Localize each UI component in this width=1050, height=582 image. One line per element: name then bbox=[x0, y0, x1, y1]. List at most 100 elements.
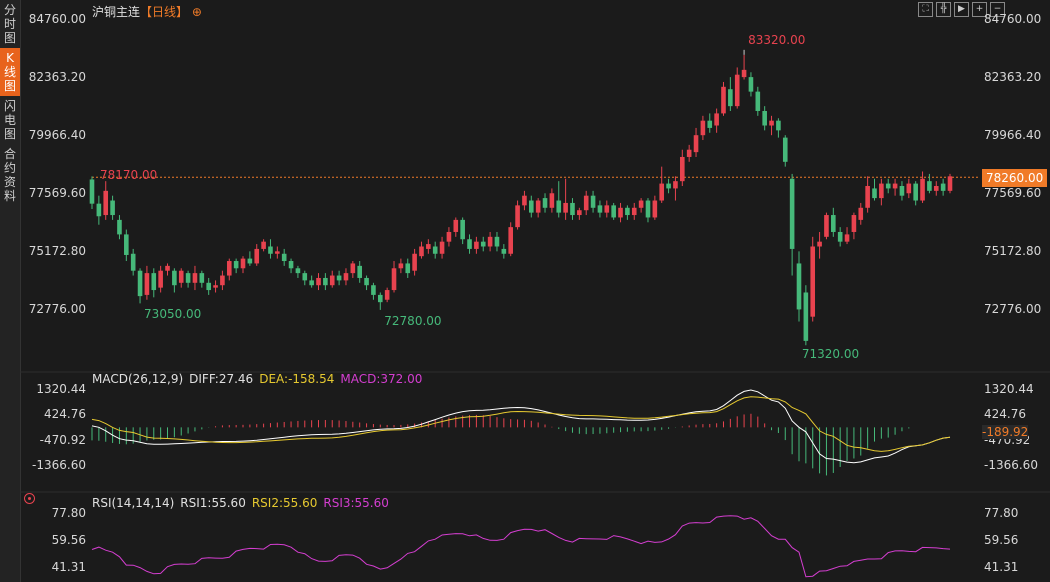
candle-body bbox=[611, 205, 616, 218]
candle-body bbox=[316, 277, 321, 286]
candle-body bbox=[837, 231, 843, 242]
candle-body bbox=[810, 246, 816, 317]
candle-body bbox=[686, 149, 692, 157]
candle-body bbox=[824, 215, 829, 237]
candle-body bbox=[741, 69, 747, 78]
rsi-line bbox=[91, 515, 951, 578]
candle-body bbox=[721, 86, 726, 114]
fullscreen-icon[interactable]: ⛶ bbox=[918, 2, 933, 17]
candle-body bbox=[199, 273, 205, 283]
candle-body bbox=[851, 215, 857, 232]
candle-body bbox=[659, 183, 665, 201]
candle-body bbox=[309, 280, 314, 286]
candle-body bbox=[892, 183, 898, 189]
candle-body bbox=[398, 263, 404, 269]
macd-legend-dea: DEA:-158.54 bbox=[259, 372, 335, 386]
price-axis-right-tick: 72776.00 bbox=[984, 302, 1042, 316]
candle-body bbox=[638, 200, 644, 208]
candle-body bbox=[302, 273, 308, 281]
macd-dea-line bbox=[91, 396, 951, 452]
candle-body bbox=[295, 268, 301, 274]
candle-body bbox=[693, 135, 699, 153]
candle-body bbox=[885, 183, 891, 189]
candle-body bbox=[920, 178, 925, 201]
crosshair-icon[interactable]: ╬ bbox=[936, 2, 951, 17]
current-price-badge: 78260.00 bbox=[982, 169, 1048, 188]
candle-body bbox=[439, 241, 445, 254]
kline-chart[interactable] bbox=[20, 0, 1050, 582]
candle-body bbox=[817, 241, 822, 247]
candle-body bbox=[336, 275, 342, 281]
candle-body bbox=[343, 273, 349, 281]
price-axis-right-tick: 79966.40 bbox=[984, 128, 1042, 142]
tab-flash[interactable]: 闪电图 bbox=[0, 96, 20, 144]
candle-body bbox=[556, 200, 562, 213]
candle-body bbox=[625, 207, 630, 216]
candle-body bbox=[384, 290, 390, 300]
price-axis-left-tick: 84760.00 bbox=[28, 12, 86, 26]
rsi-legend: RSI(14,14,14) RSI1:55.60 RSI2:55.60 RSI3:55… bbox=[92, 496, 395, 510]
candle-body bbox=[645, 200, 651, 218]
rsi-axis-left-tick: 41.31 bbox=[51, 560, 86, 574]
candle-body bbox=[247, 258, 253, 264]
candle-body bbox=[899, 186, 905, 196]
rsi-legend-name: RSI(14,14,14) bbox=[92, 496, 175, 510]
candle-body bbox=[96, 203, 102, 217]
candle-body bbox=[192, 273, 198, 283]
tab-contract-info[interactable]: 合约资料 bbox=[0, 144, 20, 206]
circle-plus-icon[interactable]: ⊕ bbox=[188, 5, 202, 19]
macd-axis-left-tick: 424.76 bbox=[44, 407, 86, 422]
candle-body bbox=[872, 188, 877, 199]
candle-body bbox=[844, 234, 850, 242]
candle-body bbox=[226, 261, 232, 276]
candle-body bbox=[508, 227, 514, 254]
candle-body bbox=[89, 179, 95, 204]
candle-body bbox=[700, 120, 706, 136]
candle-body bbox=[323, 277, 328, 286]
candle-body bbox=[728, 89, 733, 107]
macd-axis-right-tick: 424.76 bbox=[984, 407, 1026, 422]
candle-body bbox=[377, 294, 383, 303]
candle-body bbox=[254, 248, 260, 264]
candle-body bbox=[268, 246, 273, 254]
period-label[interactable]: 【日线】 bbox=[140, 5, 188, 19]
candle-body bbox=[350, 263, 356, 274]
candle-body bbox=[172, 270, 177, 286]
candle-body bbox=[446, 231, 452, 242]
candle-body bbox=[412, 253, 417, 271]
rsi-settings-icon[interactable] bbox=[24, 493, 35, 504]
candle-body bbox=[673, 181, 678, 189]
tab-intraday[interactable]: 分时图 bbox=[0, 0, 20, 48]
rsi-axis-left-tick: 77.80 bbox=[51, 506, 86, 520]
tab-kline[interactable]: K线图 bbox=[0, 48, 20, 96]
rsi-legend-rsi2: RSI2:55.60 bbox=[251, 496, 318, 510]
rsi-axis-left-tick: 59.56 bbox=[51, 532, 86, 547]
candle-body bbox=[583, 195, 589, 211]
candle-body bbox=[364, 277, 369, 286]
price-axis-left-tick: 82363.20 bbox=[28, 70, 86, 84]
price-axis-left-tick: 72776.00 bbox=[28, 302, 86, 316]
candle-body bbox=[803, 292, 809, 341]
playback-icon[interactable]: ▶ bbox=[954, 2, 969, 17]
candle-body bbox=[515, 205, 520, 228]
candle-body bbox=[357, 265, 362, 278]
candle-body bbox=[501, 248, 507, 254]
candle-body bbox=[432, 246, 438, 254]
candle-body bbox=[769, 120, 774, 126]
candle-body bbox=[563, 202, 568, 213]
candle-body bbox=[288, 261, 294, 269]
candle-body bbox=[590, 195, 596, 208]
macd-axis-right-tick: -1366.60 bbox=[984, 458, 1038, 472]
candle-body bbox=[714, 113, 719, 126]
candle-body bbox=[426, 244, 431, 249]
local-low-label: 72780.00 bbox=[384, 313, 442, 328]
candle-body bbox=[165, 265, 170, 271]
candle-body bbox=[604, 205, 610, 213]
candle-body bbox=[528, 200, 534, 213]
macd-legend-diff: DIFF:27.46 bbox=[189, 372, 254, 386]
price-axis-left-tick: 75172.80 bbox=[28, 244, 86, 258]
candle-body bbox=[261, 241, 266, 249]
candle-body bbox=[206, 282, 211, 291]
macd-diff-line bbox=[91, 389, 951, 464]
instrument-name: 沪铜主连 bbox=[92, 5, 141, 19]
